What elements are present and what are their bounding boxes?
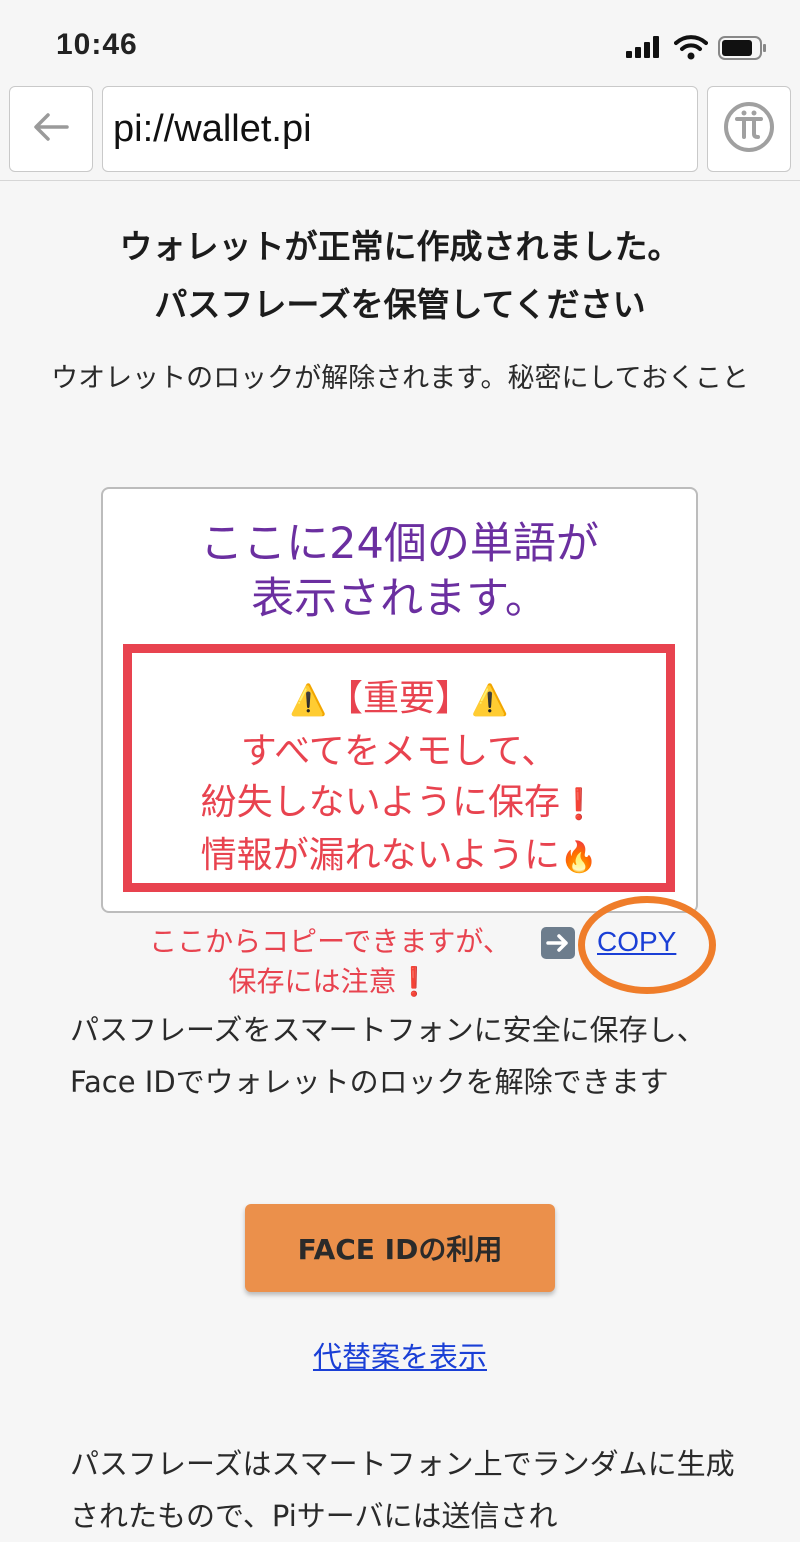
warning-icon: ⚠️ (471, 683, 509, 718)
title-line-1: ウォレットが正常に作成されました。 (119, 227, 681, 266)
wifi-icon (674, 34, 708, 64)
warning-line-3: 情報が漏れないように (200, 835, 560, 876)
subtitle: ウオレットのロックが解除されます。秘密にしておくこと (51, 363, 749, 394)
show-alternative-link[interactable]: 代替案を表示 (0, 1334, 800, 1376)
passphrase-box: ここに24個の単語が 表示されます。 ⚠️【重要】⚠️ すべてをメモして、 紛失… (101, 487, 698, 913)
right-arrow-icon (541, 927, 575, 959)
browser-nav-bar: pi://wallet.pi (0, 82, 800, 181)
copy-link[interactable]: COPY (597, 923, 676, 961)
copy-note: ここからコピーできますが、 保存には注意❗ (90, 922, 570, 1002)
warning-box: ⚠️【重要】⚠️ すべてをメモして、 紛失しないように保存❗ 情報が漏れないよう… (123, 644, 675, 892)
warning-heading: 【重要】 (326, 678, 471, 719)
title-line-2: パスフレーズを保管してください (154, 285, 646, 324)
faceid-description: パスフレーズをスマートフォンに安全に保存し、Face IDでウォレットのロックを… (70, 1013, 706, 1099)
warning-heading-row: ⚠️【重要】⚠️ (132, 673, 666, 726)
copy-note-line-2: 保存には注意 (228, 965, 397, 998)
passphrase-line-1: ここに24個の単語が (200, 519, 599, 569)
warning-line-2: 紛失しないように保存 (200, 782, 560, 823)
page-title: ウォレットが正常に作成されました。 パスフレーズを保管してください (0, 218, 800, 334)
status-time: 10:46 (56, 28, 138, 61)
faceid-button[interactable]: FACE IDの利用 (245, 1204, 555, 1292)
warning-line-1: すべてをメモして、 (240, 731, 558, 772)
exclamation-icon: ❗ (559, 787, 598, 822)
url-field[interactable]: pi://wallet.pi (102, 86, 698, 172)
warning-icon: ⚠️ (289, 683, 327, 718)
warning-line-2-row: 紛失しないように保存❗ (132, 777, 666, 830)
passphrase-info-text: パスフレーズはスマートフォン上でランダムに生成されたもので、Piサーバには送信さ… (70, 1447, 735, 1533)
copy-note-line-1: ここからコピーできますが、 (149, 925, 511, 958)
passphrase-placeholder: ここに24個の単語が 表示されます。 (103, 517, 696, 627)
back-arrow-icon (33, 112, 69, 146)
warning-text: ⚠️【重要】⚠️ すべてをメモして、 紛失しないように保存❗ 情報が漏れないよう… (132, 673, 666, 883)
passphrase-line-2: 表示されます。 (251, 574, 548, 624)
exclamation-icon: ❗ (396, 965, 432, 998)
battery-icon (718, 36, 768, 64)
pi-button[interactable] (707, 86, 791, 172)
pi-logo-icon (722, 100, 776, 158)
fire-icon: 🔥 (559, 840, 598, 875)
status-bar: 10:46 (0, 0, 800, 82)
back-button[interactable] (9, 86, 93, 172)
copy-note-line-2-row: 保存には注意❗ (90, 962, 570, 1002)
warning-line-3-row: 情報が漏れないように🔥 (132, 830, 666, 883)
cellular-signal-icon (626, 36, 662, 62)
